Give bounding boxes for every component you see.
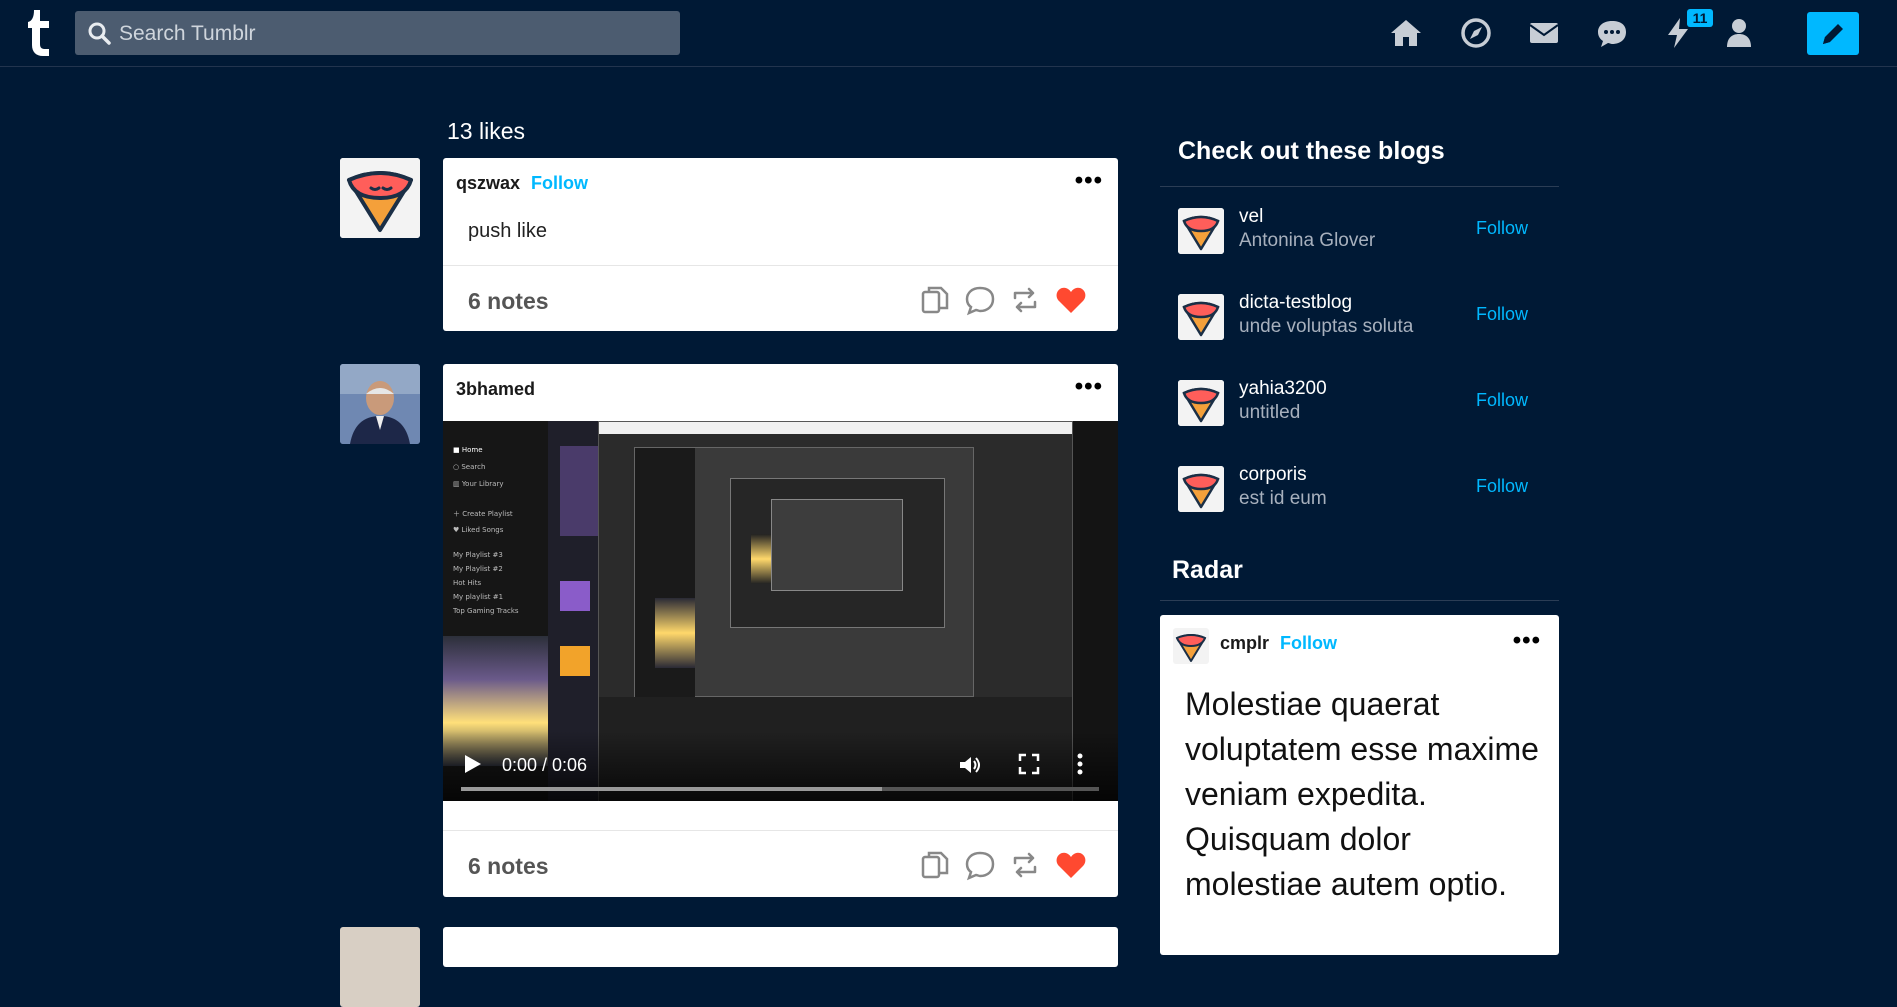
avatar[interactable] bbox=[340, 927, 420, 1007]
top-navbar: 11 bbox=[0, 0, 1897, 67]
blog-name[interactable]: vel bbox=[1239, 206, 1263, 228]
avatar[interactable] bbox=[340, 364, 420, 444]
divider bbox=[1160, 600, 1559, 601]
blog-title: Antonina Glover bbox=[1239, 230, 1376, 251]
avatar[interactable] bbox=[1173, 628, 1209, 664]
avatar[interactable] bbox=[340, 158, 420, 238]
blog-title: untitled bbox=[1239, 402, 1301, 423]
follow-button[interactable]: Follow bbox=[531, 173, 588, 194]
blog-title: est id eum bbox=[1239, 488, 1327, 509]
blog-name[interactable]: yahia3200 bbox=[1239, 378, 1327, 400]
likes-count: 13 likes bbox=[447, 118, 525, 144]
follow-button[interactable]: Follow bbox=[1476, 476, 1528, 497]
video-progress-bar[interactable] bbox=[461, 787, 1099, 791]
reblog-icon[interactable] bbox=[1009, 284, 1041, 316]
tumblr-logo-icon[interactable] bbox=[27, 10, 53, 56]
play-icon[interactable] bbox=[465, 755, 481, 773]
home-icon[interactable] bbox=[1389, 16, 1423, 50]
avatar[interactable] bbox=[1178, 208, 1224, 254]
more-options-icon[interactable]: ••• bbox=[1075, 375, 1103, 399]
copy-link-icon[interactable] bbox=[919, 284, 951, 316]
more-options-icon[interactable]: ••• bbox=[1513, 629, 1541, 653]
post-blog-name[interactable]: qszwax bbox=[456, 173, 520, 194]
post-blog-name[interactable]: cmplr bbox=[1220, 633, 1269, 654]
recommended-blog[interactable]: dicta-testblog unde voluptas soluta Foll… bbox=[1178, 292, 1548, 342]
search-icon bbox=[88, 22, 111, 45]
copy-link-icon[interactable] bbox=[919, 849, 951, 881]
blog-title: unde voluptas soluta bbox=[1239, 316, 1414, 337]
recommended-blog[interactable]: yahia3200 untitled Follow bbox=[1178, 378, 1548, 428]
avatar[interactable] bbox=[1178, 466, 1224, 512]
video-controls: 0:00 / 0:06 bbox=[443, 731, 1118, 801]
avatar[interactable] bbox=[1178, 294, 1224, 340]
follow-button[interactable]: Follow bbox=[1476, 218, 1528, 239]
like-icon[interactable] bbox=[1055, 849, 1087, 881]
post-card: 3bhamed ••• ■ Home ○ Search ▥ Your Libra… bbox=[443, 364, 1118, 897]
check-out-blogs-title: Check out these blogs bbox=[1178, 137, 1445, 165]
compose-button[interactable] bbox=[1807, 12, 1859, 55]
search-input[interactable] bbox=[117, 11, 671, 57]
post-header: qszwax Follow ••• bbox=[443, 158, 1118, 208]
reblog-icon[interactable] bbox=[1009, 849, 1041, 881]
volume-icon[interactable] bbox=[958, 753, 982, 777]
notes-count[interactable]: 6 notes bbox=[468, 853, 549, 880]
recommended-blog[interactable]: vel Antonina Glover Follow bbox=[1178, 206, 1548, 256]
post-blog-name[interactable]: 3bhamed bbox=[456, 379, 535, 400]
pencil-icon bbox=[1823, 24, 1843, 44]
activity-badge: 11 bbox=[1687, 9, 1713, 27]
radar-title: Radar bbox=[1172, 556, 1243, 584]
inbox-icon[interactable] bbox=[1527, 16, 1561, 50]
reply-icon[interactable] bbox=[964, 284, 996, 316]
post-card bbox=[443, 927, 1118, 967]
fullscreen-icon[interactable] bbox=[1018, 753, 1040, 775]
post-footer: 6 notes bbox=[443, 830, 1118, 898]
blog-name[interactable]: dicta-testblog bbox=[1239, 292, 1352, 314]
divider bbox=[1160, 186, 1559, 187]
reply-icon[interactable] bbox=[964, 849, 996, 881]
notes-count[interactable]: 6 notes bbox=[468, 288, 549, 315]
recommended-blog[interactable]: corporis est id eum Follow bbox=[1178, 464, 1548, 514]
follow-button[interactable]: Follow bbox=[1476, 390, 1528, 411]
blog-name[interactable]: corporis bbox=[1239, 464, 1307, 486]
video-time: 0:00 / 0:06 bbox=[502, 755, 588, 775]
post-header: 3bhamed ••• bbox=[443, 364, 1118, 421]
account-icon[interactable] bbox=[1722, 16, 1756, 50]
radar-post-card: cmplr Follow ••• Molestiae quaerat volup… bbox=[1160, 615, 1559, 955]
avatar[interactable] bbox=[1178, 380, 1224, 426]
post-body: push like bbox=[468, 220, 547, 242]
like-icon[interactable] bbox=[1055, 284, 1087, 316]
post-footer: 6 notes bbox=[443, 265, 1118, 333]
follow-button[interactable]: Follow bbox=[1476, 304, 1528, 325]
search-bar[interactable] bbox=[75, 11, 680, 57]
video-menu-icon[interactable] bbox=[1077, 753, 1083, 775]
more-options-icon[interactable]: ••• bbox=[1075, 169, 1103, 193]
explore-icon[interactable] bbox=[1459, 16, 1493, 50]
follow-button[interactable]: Follow bbox=[1280, 633, 1337, 654]
messages-icon[interactable] bbox=[1595, 16, 1629, 50]
radar-post-body: Molestiae quaerat voluptatem esse maxime… bbox=[1185, 686, 1539, 902]
video-player[interactable]: ■ Home ○ Search ▥ Your Library ＋ Create … bbox=[443, 421, 1118, 801]
video-buffered-bar bbox=[461, 787, 883, 791]
post-card: qszwax Follow ••• push like 6 notes bbox=[443, 158, 1118, 331]
